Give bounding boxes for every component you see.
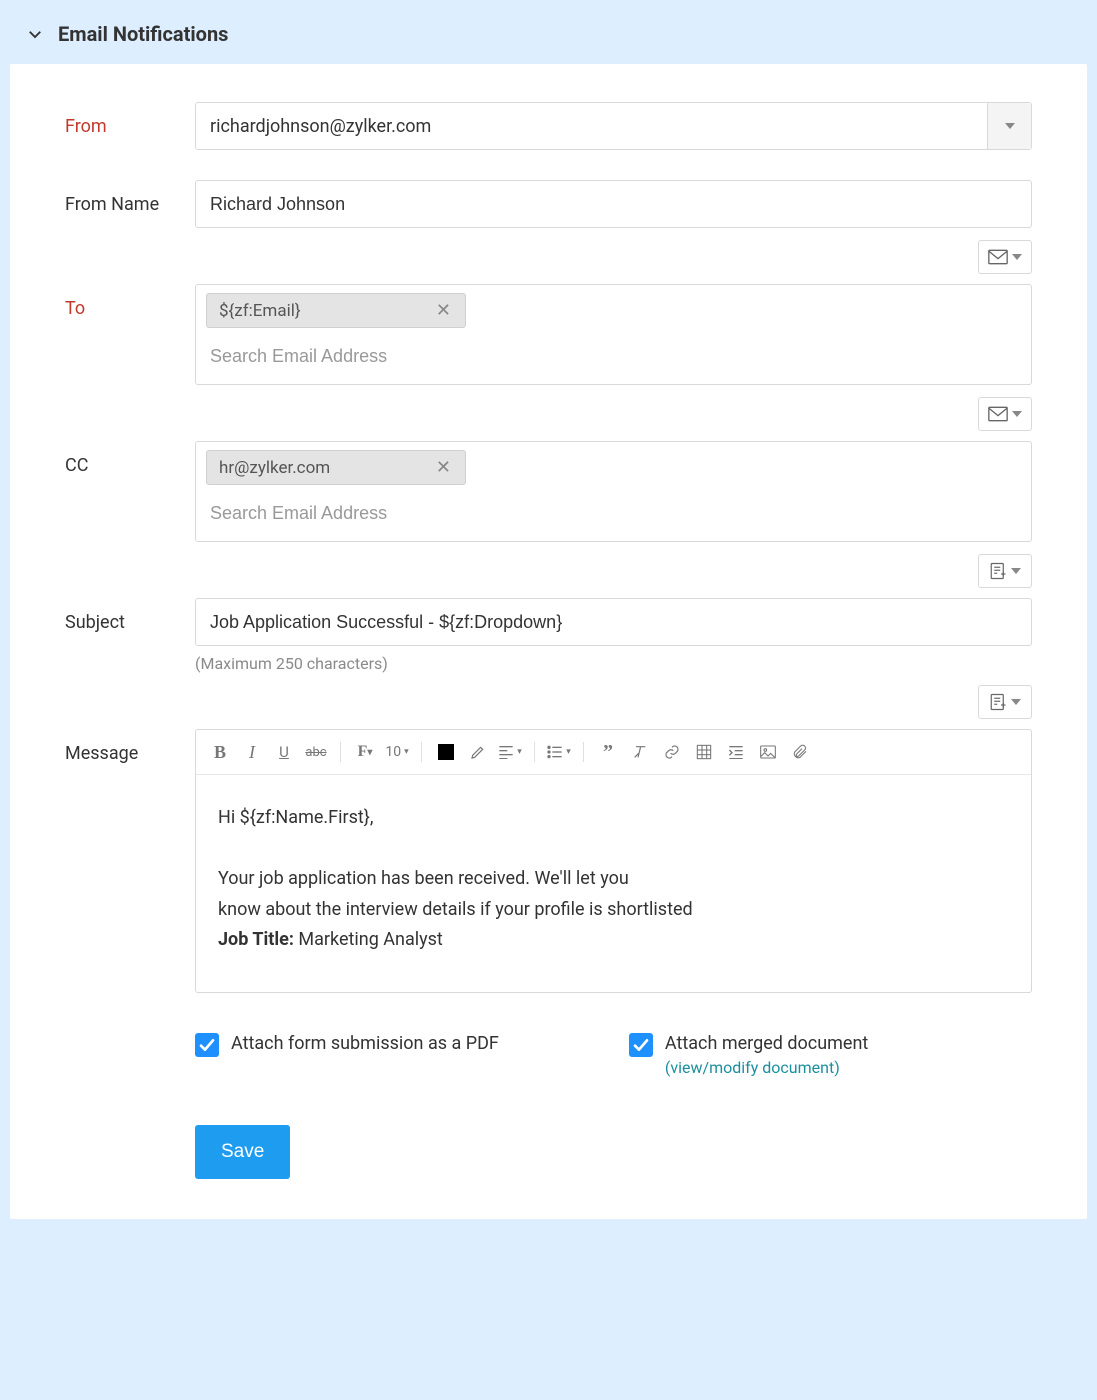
link-button[interactable] [660,740,684,764]
italic-button[interactable]: I [240,740,264,764]
view-modify-link[interactable]: (view/modify document) [665,1058,868,1077]
msg-line2: know about the interview details if your… [218,895,1009,926]
caret-down-icon [1011,699,1021,705]
subject-hint: (Maximum 250 characters) [195,654,1032,673]
color-swatch-icon [438,744,454,760]
form-insert-icon [989,693,1007,711]
caret-down-icon [1012,254,1022,260]
envelope-icon [988,249,1008,265]
form-insert-icon [989,562,1007,580]
editor-toolbar: B I U abc F▾ 10▾ ▾ [196,730,1031,775]
row-subject: Subject (Maximum 250 characters) [65,598,1032,673]
msg-greeting: Hi ${zf:Name.First}, [218,803,1009,834]
toolbar-separator [583,742,584,762]
caret-down-icon [1005,123,1015,129]
attachment-button[interactable] [788,740,812,764]
align-button[interactable]: ▾ [498,740,522,764]
row-cc: CC hr@zylker.com ✕ [65,441,1032,542]
table-icon [696,744,712,760]
message-insert-button[interactable] [978,685,1032,719]
editor-body[interactable]: Hi ${zf:Name.First}, Your job applicatio… [196,775,1031,992]
underline-button[interactable]: U [272,740,296,764]
toolbar-separator [421,742,422,762]
attach-merged-label: Attach merged document [665,1033,868,1054]
section-title: Email Notifications [58,22,228,46]
label-message: Message [65,729,195,764]
subject-input[interactable] [195,598,1032,646]
to-search-input[interactable] [206,336,1021,376]
clear-format-button[interactable] [628,740,652,764]
align-icon [498,745,514,759]
from-name-input[interactable] [195,180,1032,228]
attach-pdf-label: Attach form submission as a PDF [231,1033,499,1054]
paperclip-icon [792,744,808,760]
label-subject: Subject [65,598,195,633]
checkbox-checked[interactable] [629,1033,653,1057]
subject-insert-button[interactable] [978,554,1032,588]
cc-chip-remove[interactable]: ✕ [428,457,459,478]
font-size-button[interactable]: 10▾ [385,740,409,764]
to-field[interactable]: ${zf:Email} ✕ [195,284,1032,385]
caret-down-icon [1011,568,1021,574]
message-editor: B I U abc F▾ 10▾ ▾ [195,729,1032,993]
check-icon [199,1038,215,1052]
row-to: To ${zf:Email} ✕ [65,284,1032,385]
marker-icon [470,744,486,760]
from-select-caret[interactable] [987,103,1031,149]
msg-job-title: Job Title: Marketing Analyst [218,925,1009,956]
image-button[interactable] [756,740,780,764]
text-color-button[interactable] [434,740,458,764]
cc-picker-button[interactable] [978,397,1032,431]
row-from-name: From Name [65,180,1032,228]
label-from-name: From Name [65,180,195,215]
cc-field[interactable]: hr@zylker.com ✕ [195,441,1032,542]
cc-chip: hr@zylker.com ✕ [206,450,466,485]
caret-down-icon [1012,411,1022,417]
from-value: richardjohnson@zylker.com [210,116,431,137]
quote-button[interactable]: ” [596,740,620,764]
msg-job-title-value: Marketing Analyst [298,929,442,950]
attachment-options: Attach form submission as a PDF Attach m… [195,1033,1032,1077]
section-header[interactable]: Email Notifications [0,0,1097,64]
link-icon [664,744,680,760]
cc-chip-label: hr@zylker.com [219,458,330,478]
to-chip-remove[interactable]: ✕ [428,300,459,321]
to-chip: ${zf:Email} ✕ [206,293,466,328]
strikethrough-button[interactable]: abc [304,740,328,764]
image-icon [760,745,776,759]
bold-button[interactable]: B [208,740,232,764]
list-icon [547,745,563,759]
attach-pdf-option[interactable]: Attach form submission as a PDF [195,1033,499,1077]
list-button[interactable]: ▾ [547,740,571,764]
font-family-button[interactable]: F▾ [353,740,377,764]
envelope-icon [988,406,1008,422]
to-chip-label: ${zf:Email} [219,301,301,321]
email-notifications-form: From richardjohnson@zylker.com From Name… [10,64,1087,1219]
toolbar-separator [534,742,535,762]
cc-search-input[interactable] [206,493,1021,533]
row-message: Message B I U abc F▾ 10▾ [65,729,1032,993]
row-from: From richardjohnson@zylker.com [65,102,1032,150]
from-select[interactable]: richardjohnson@zylker.com [195,102,1032,150]
checkbox-checked[interactable] [195,1033,219,1057]
indent-button[interactable] [724,740,748,764]
msg-job-title-label: Job Title: [218,929,294,950]
check-icon [633,1038,649,1052]
table-button[interactable] [692,740,716,764]
highlight-button[interactable] [466,740,490,764]
to-picker-button[interactable] [978,240,1032,274]
toolbar-separator [340,742,341,762]
attach-merged-option[interactable]: Attach merged document (view/modify docu… [629,1033,868,1077]
chevron-down-icon [26,25,44,43]
label-to: To [65,284,195,319]
label-from: From [65,102,195,137]
msg-line1: Your job application has been received. … [218,864,1009,895]
indent-icon [728,745,744,759]
clear-format-icon [632,744,648,760]
label-cc: CC [65,441,195,476]
save-button[interactable]: Save [195,1125,290,1179]
